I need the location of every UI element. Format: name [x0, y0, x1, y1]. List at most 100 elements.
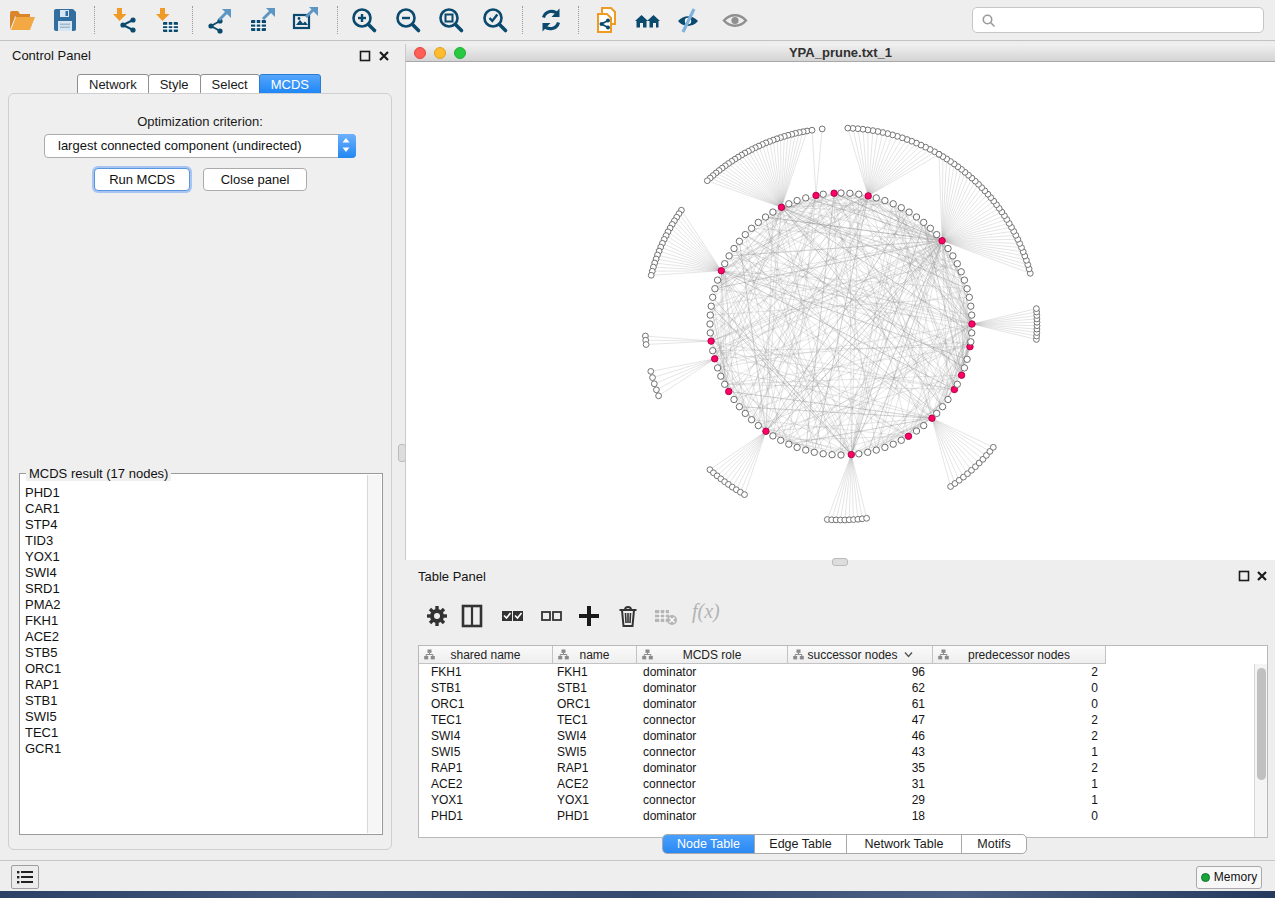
mcds-result-item[interactable]: PHD1	[21, 485, 367, 501]
export-network-icon[interactable]	[205, 5, 235, 35]
add-column-icon[interactable]	[575, 602, 603, 630]
mcds-result-item[interactable]: TID3	[21, 533, 367, 549]
minimize-window-icon[interactable]	[434, 47, 446, 59]
table-cell: dominator	[637, 664, 788, 680]
table-panel-close-icon[interactable]	[1256, 570, 1268, 582]
mcds-result-item[interactable]: YOX1	[21, 549, 367, 565]
optimization-criterion-select[interactable]: largest connected component (undirected)	[44, 134, 356, 158]
control-panel-float-icon[interactable]	[359, 50, 371, 62]
table-scrollbar[interactable]	[1254, 664, 1267, 837]
table-tab-network-table[interactable]: Network Table	[847, 835, 962, 853]
refresh-layout-icon[interactable]	[536, 5, 566, 35]
table-settings-icon[interactable]	[423, 602, 451, 630]
mcds-result-item[interactable]: FKH1	[21, 613, 367, 629]
deselect-all-icon[interactable]	[537, 602, 565, 630]
table-cell: FKH1	[553, 664, 637, 680]
table-row[interactable]: STB1STB1dominator620	[419, 680, 1267, 696]
column-header-name[interactable]: name	[553, 646, 637, 664]
control-panel-close-icon[interactable]	[378, 50, 390, 62]
network-canvas[interactable]	[405, 62, 1275, 560]
table-cell: 18	[788, 808, 933, 824]
table-row[interactable]: FKH1FKH1dominator962	[419, 664, 1267, 680]
table-row[interactable]: YOX1YOX1connector291	[419, 792, 1267, 808]
table-scrollbar-thumb[interactable]	[1257, 668, 1266, 780]
mcds-result-item[interactable]: STB1	[21, 693, 367, 709]
mcds-result-item[interactable]: RAP1	[21, 677, 367, 693]
mcds-result-scrollbar[interactable]	[367, 475, 381, 833]
table-cell: RAP1	[553, 760, 637, 776]
mcds-result-item[interactable]: PMA2	[21, 597, 367, 613]
horizontal-splitter[interactable]	[405, 560, 1275, 565]
table-row[interactable]: ACE2ACE2connector311	[419, 776, 1267, 792]
table-tab-edge-table[interactable]: Edge Table	[755, 835, 847, 853]
zoom-selected-icon[interactable]	[480, 5, 510, 35]
delete-column-icon[interactable]	[614, 602, 642, 630]
column-header-predecessor-nodes[interactable]: predecessor nodes	[933, 646, 1106, 664]
zoom-in-icon[interactable]	[349, 5, 379, 35]
mcds-result-item[interactable]: STB5	[21, 645, 367, 661]
tab-network[interactable]: Network	[77, 74, 149, 94]
network-home-icon[interactable]	[633, 5, 663, 35]
zoom-fit-icon[interactable]	[436, 5, 466, 35]
export-image-icon[interactable]	[291, 5, 321, 35]
mcds-result-item[interactable]: SRD1	[21, 581, 367, 597]
table-row[interactable]: PHD1PHD1dominator180	[419, 808, 1267, 824]
zoom-out-icon[interactable]	[393, 5, 423, 35]
desktop-background	[0, 891, 1275, 898]
share-document-icon[interactable]	[592, 5, 622, 35]
mcds-result-item[interactable]: SWI5	[21, 709, 367, 725]
table-cell: dominator	[637, 728, 788, 744]
column-header-shared-name[interactable]: shared name	[419, 646, 553, 664]
table-cell: 2	[933, 728, 1106, 744]
table-row[interactable]: SWI4SWI4dominator462	[419, 728, 1267, 744]
table-cell: SWI5	[553, 744, 637, 760]
column-header-MCDS-role[interactable]: MCDS role	[637, 646, 788, 664]
close-window-icon[interactable]	[414, 47, 426, 59]
export-table-icon[interactable]	[248, 5, 278, 35]
table-cell: YOX1	[419, 792, 553, 808]
select-all-icon[interactable]	[498, 602, 526, 630]
node-table: shared namenameMCDS rolesuccessor nodesp…	[418, 645, 1268, 838]
table-cell: 62	[788, 680, 933, 696]
import-network-icon[interactable]	[108, 5, 138, 35]
horizontal-splitter-handle[interactable]	[832, 558, 848, 566]
search-input[interactable]	[972, 7, 1264, 33]
column-header-successor-nodes[interactable]: successor nodes	[788, 646, 933, 664]
mcds-result-list[interactable]: PHD1CAR1STP4TID3YOX1SWI4SRD1PMA2FKH1ACE2…	[21, 485, 367, 833]
table-tab-node-table[interactable]: Node Table	[663, 835, 755, 853]
table-cell: TEC1	[419, 712, 553, 728]
control-panel-tabs: Network Style Select MCDS	[78, 74, 321, 94]
table-row[interactable]: ORC1ORC1dominator610	[419, 696, 1267, 712]
table-panel-float-icon[interactable]	[1238, 570, 1250, 582]
table-row[interactable]: RAP1RAP1dominator352	[419, 760, 1267, 776]
mcds-result-group: MCDS result (17 nodes) PHD1CAR1STP4TID3Y…	[19, 473, 383, 835]
mcds-result-item[interactable]: GCR1	[21, 741, 367, 757]
table-row[interactable]: TEC1TEC1connector472	[419, 712, 1267, 728]
mcds-result-item[interactable]: STP4	[21, 517, 367, 533]
maximize-window-icon[interactable]	[454, 47, 466, 59]
show-graphics-details-icon[interactable]	[720, 5, 750, 35]
column-visibility-icon[interactable]	[458, 602, 486, 630]
import-table-icon[interactable]	[151, 5, 181, 35]
mcds-result-item[interactable]: TEC1	[21, 725, 367, 741]
network-window-titlebar[interactable]: YPA_prune.txt_1	[405, 44, 1275, 62]
table-cell: connector	[637, 744, 788, 760]
table-cell: ACE2	[419, 776, 553, 792]
table-cell: 29	[788, 792, 933, 808]
save-session-icon[interactable]	[50, 5, 80, 35]
memory-button[interactable]: Memory	[1196, 866, 1262, 889]
tab-mcds[interactable]: MCDS	[259, 74, 321, 94]
mcds-result-item[interactable]: ACE2	[21, 629, 367, 645]
tab-style[interactable]: Style	[148, 74, 201, 94]
mcds-result-item[interactable]: ORC1	[21, 661, 367, 677]
table-tab-motifs[interactable]: Motifs	[962, 835, 1026, 853]
tab-select[interactable]: Select	[200, 74, 260, 94]
mcds-result-item[interactable]: CAR1	[21, 501, 367, 517]
task-history-button[interactable]	[11, 865, 39, 889]
open-session-icon[interactable]	[7, 5, 37, 35]
run-mcds-button[interactable]: Run MCDS	[94, 168, 190, 191]
close-panel-button[interactable]: Close panel	[203, 168, 307, 191]
table-row[interactable]: SWI5SWI5connector431	[419, 744, 1267, 760]
mcds-result-item[interactable]: SWI4	[21, 565, 367, 581]
hide-visual-properties-icon[interactable]	[673, 5, 703, 35]
